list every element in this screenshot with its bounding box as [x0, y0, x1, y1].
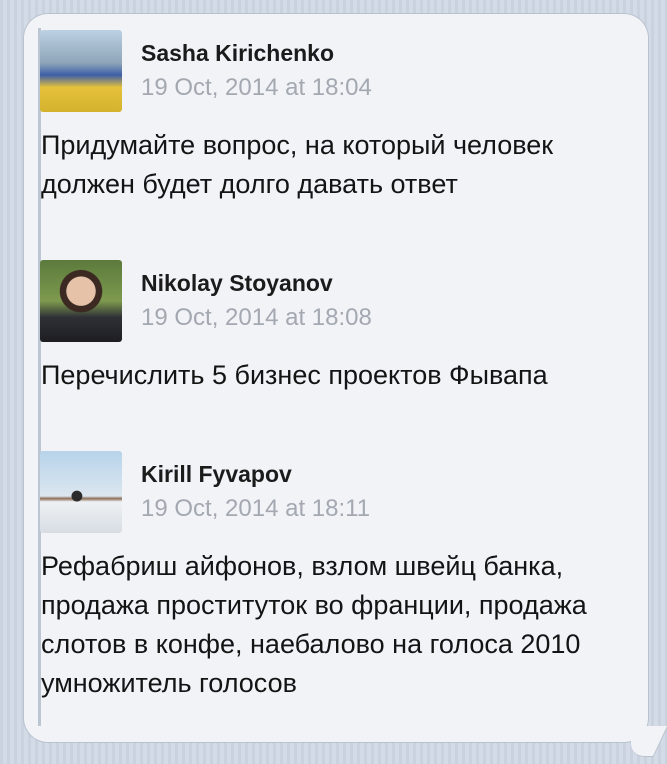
avatar[interactable]: [40, 30, 122, 112]
message-text: Перечислить 5 бизнес проектов Фывапа: [41, 360, 548, 390]
avatar[interactable]: [40, 260, 122, 342]
message-time: 19 Oct, 2014 at 18:08: [141, 304, 372, 331]
message-time: 19 Oct, 2014 at 18:11: [141, 495, 371, 522]
message-time: 19 Oct, 2014 at 18:04: [141, 74, 372, 101]
message-bubble: Sasha Kirichenko 19 Oct, 2014 at 18:04 П…: [24, 14, 648, 742]
message-text: Рефабриш айфонов, взлом швейц банка, про…: [41, 551, 587, 698]
message-text: Придумайте вопрос, на который человек до…: [41, 130, 554, 199]
author-name[interactable]: Nikolay Stoyanov: [141, 270, 333, 297]
author-name[interactable]: Sasha Kirichenko: [141, 40, 334, 67]
author-name[interactable]: Kirill Fyvapov: [141, 461, 292, 488]
avatar[interactable]: [40, 451, 122, 533]
